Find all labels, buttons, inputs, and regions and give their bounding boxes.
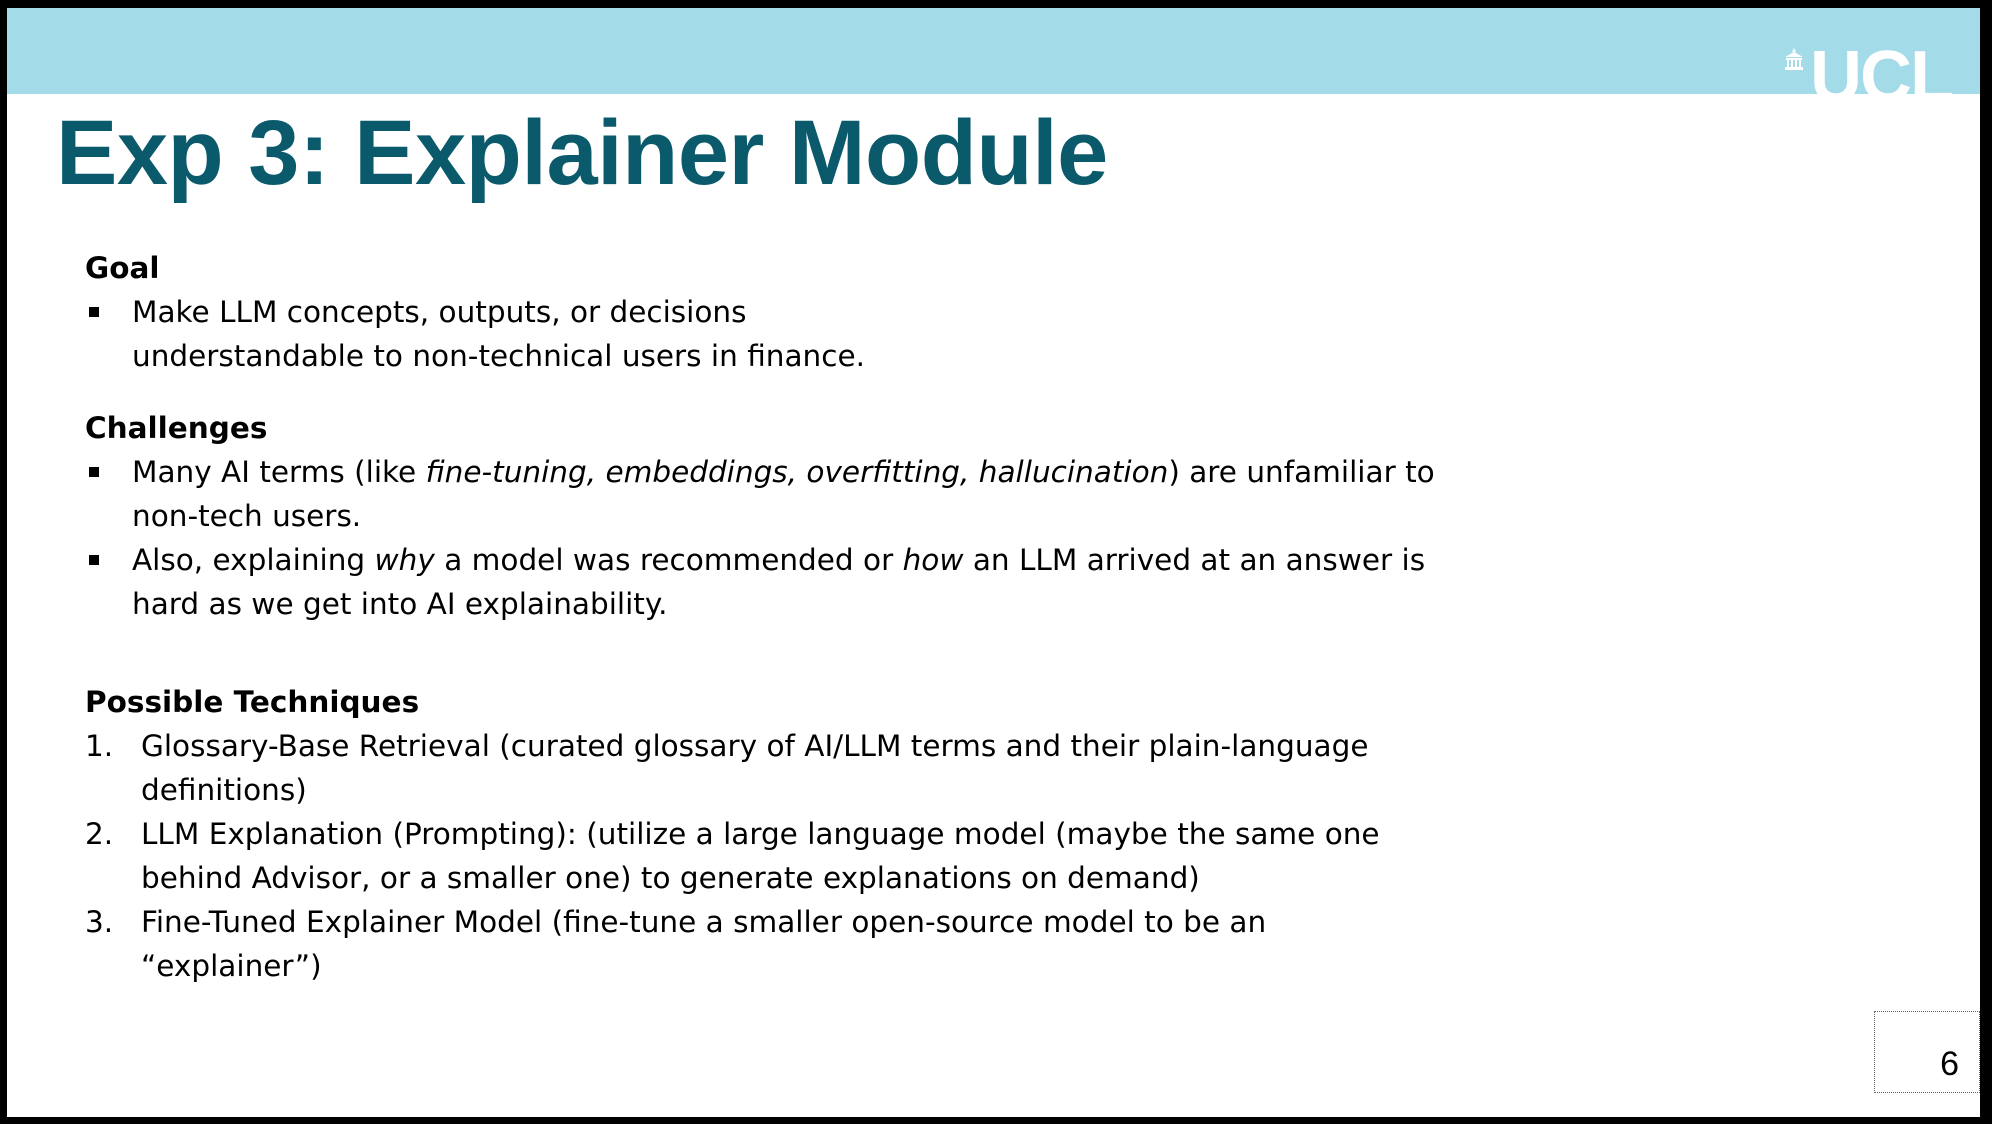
goal-bullet: Make LLM concepts, outputs, or decisions…	[85, 290, 1435, 378]
technique-number: 2.	[85, 817, 114, 851]
technique-text: Glossary-Base Retrieval (curated glossar…	[141, 729, 1369, 807]
challenge-2-why: why	[374, 543, 435, 577]
challenges-heading: Challenges	[85, 411, 268, 445]
goal-list: Make LLM concepts, outputs, or decisions…	[85, 290, 1435, 378]
bullet-square-icon	[89, 307, 99, 317]
ucl-logo: UCL	[1784, 37, 1954, 117]
slide-number: 6	[1940, 1045, 1959, 1083]
goal-bullet-cont: understandable to non-technical users in…	[132, 339, 865, 373]
slide-title: Exp 3: Explainer Module	[56, 102, 1108, 204]
slide: UCL Exp 3: Explainer Module Goal Make LL…	[7, 8, 1980, 1117]
challenge-1-prefix: Many AI terms (like	[132, 455, 426, 489]
challenge-bullet-2: Also, explaining why a model was recomme…	[85, 538, 1435, 626]
technique-item-3: 3. Fine-Tuned Explainer Model (fine-tune…	[85, 900, 1435, 988]
header-bar	[7, 8, 1980, 94]
techniques-list: 1. Glossary-Base Retrieval (curated glos…	[85, 724, 1435, 988]
technique-number: 1.	[85, 729, 114, 763]
challenges-list: Many AI terms (like fine-tuning, embeddi…	[85, 450, 1435, 626]
technique-item-2: 2. LLM Explanation (Prompting): (utilize…	[85, 812, 1435, 900]
technique-text: LLM Explanation (Prompting): (utilize a …	[141, 817, 1380, 895]
bullet-square-icon	[89, 467, 99, 477]
slide-content: Goal Make LLM concepts, outputs, or deci…	[85, 246, 1435, 988]
logo-text: UCL	[1810, 37, 1954, 117]
challenge-bullet-1: Many AI terms (like fine-tuning, embeddi…	[85, 450, 1435, 538]
challenge-2-part2: a model was recommended or	[434, 543, 903, 577]
goal-bullet-text: Make LLM concepts, outputs, or decisions…	[132, 295, 865, 373]
slide-number-box: 6	[1874, 1011, 1980, 1093]
bullet-square-icon	[89, 555, 99, 565]
challenge-1-terms: fine-tuning, embeddings, overfitting, ha…	[425, 455, 1169, 489]
technique-text: Fine-Tuned Explainer Model (fine-tune a …	[141, 905, 1267, 983]
technique-number: 3.	[85, 905, 114, 939]
portico-icon	[1785, 48, 1804, 70]
goal-heading: Goal	[85, 251, 160, 285]
challenge-2-part1: Also, explaining	[132, 543, 375, 577]
technique-item-1: 1. Glossary-Base Retrieval (curated glos…	[85, 724, 1435, 812]
challenge-2-how: how	[902, 543, 964, 577]
techniques-heading: Possible Techniques	[85, 685, 420, 719]
